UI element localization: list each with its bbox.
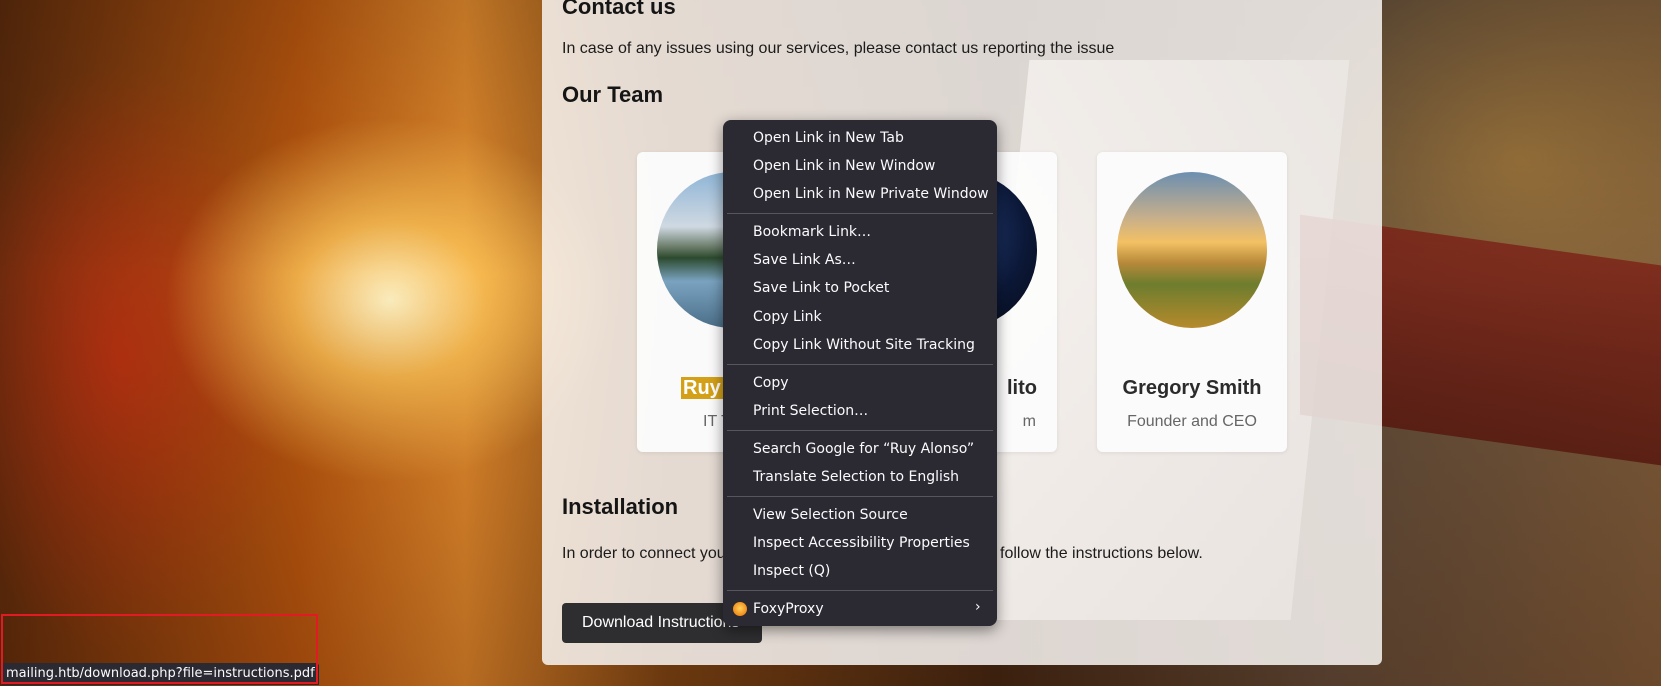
menu-translate-selection[interactable]: Translate Selection to English bbox=[753, 465, 959, 489]
team-heading: Our Team bbox=[562, 82, 664, 107]
highlight-outline bbox=[1, 614, 318, 684]
menu-separator bbox=[727, 590, 993, 591]
menu-view-selection-source[interactable]: View Selection Source bbox=[753, 503, 908, 527]
menu-copy-link-without-tracking[interactable]: Copy Link Without Site Tracking bbox=[753, 333, 975, 357]
menu-copy-link[interactable]: Copy Link bbox=[753, 305, 822, 329]
team-member-role: Founder and CEO bbox=[1127, 413, 1257, 430]
menu-print-selection[interactable]: Print Selection… bbox=[753, 399, 868, 423]
installation-heading: Installation bbox=[562, 494, 679, 519]
contact-heading: Contact us bbox=[562, 0, 676, 19]
menu-foxyproxy[interactable]: FoxyProxy bbox=[753, 597, 824, 621]
menu-inspect-accessibility[interactable]: Inspect Accessibility Properties bbox=[753, 531, 970, 555]
installation-text-right: follow the instructions below. bbox=[1000, 545, 1203, 562]
team-card-gregory: Gregory Smith Founder and CEO bbox=[1097, 152, 1287, 452]
chevron-right-icon: › bbox=[975, 599, 981, 615]
menu-separator bbox=[727, 364, 993, 365]
menu-open-link-private-window[interactable]: Open Link in New Private Window bbox=[753, 182, 989, 206]
menu-open-link-new-window[interactable]: Open Link in New Window bbox=[753, 154, 935, 178]
menu-save-link-as[interactable]: Save Link As… bbox=[753, 248, 856, 272]
installation-text-left: In order to connect you bbox=[562, 545, 726, 562]
menu-search-google[interactable]: Search Google for “Ruy Alonso” bbox=[753, 437, 974, 461]
menu-separator bbox=[727, 496, 993, 497]
menu-open-link-new-tab[interactable]: Open Link in New Tab bbox=[753, 126, 904, 150]
context-menu: Open Link in New Tab Open Link in New Wi… bbox=[723, 120, 997, 626]
avatar bbox=[1117, 172, 1267, 328]
menu-separator bbox=[727, 213, 993, 214]
contact-text: In case of any issues using our services… bbox=[562, 40, 1115, 57]
menu-save-link-to-pocket[interactable]: Save Link to Pocket bbox=[753, 276, 889, 300]
menu-inspect[interactable]: Inspect (Q) bbox=[753, 559, 830, 583]
foxyproxy-icon bbox=[733, 602, 747, 616]
menu-bookmark-link[interactable]: Bookmark Link… bbox=[753, 220, 871, 244]
menu-separator bbox=[727, 430, 993, 431]
menu-copy[interactable]: Copy bbox=[753, 371, 789, 395]
team-member-name: Gregory Smith bbox=[1122, 377, 1262, 399]
